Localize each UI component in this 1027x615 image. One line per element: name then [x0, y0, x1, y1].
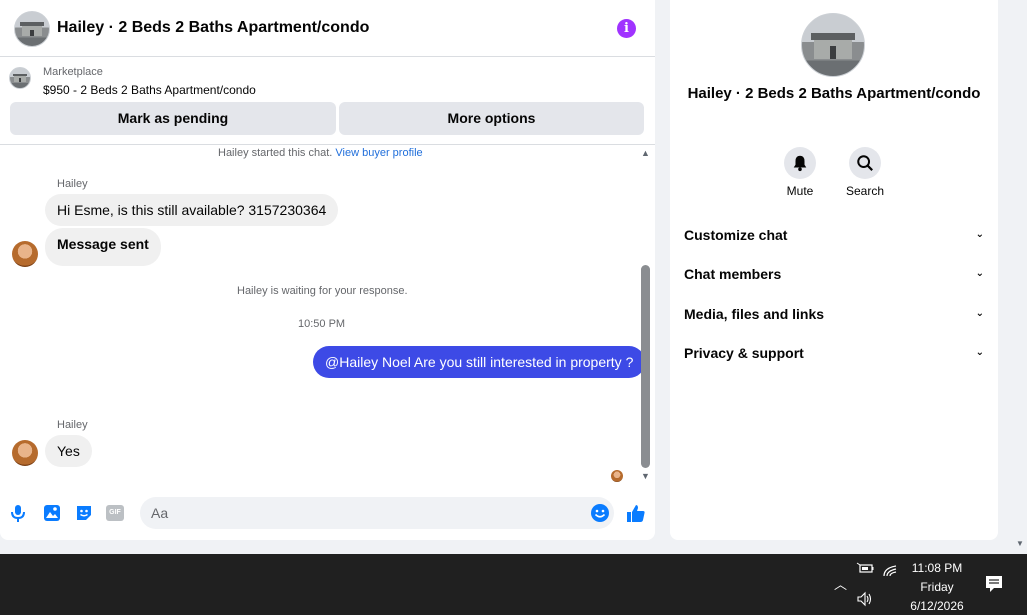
privacy-support-section[interactable]: Privacy & support ⌄	[684, 345, 984, 365]
customize-chat-section[interactable]: Customize chat ⌄	[684, 227, 984, 247]
chevron-down-icon: ⌄	[975, 308, 984, 319]
incoming-message[interactable]: Hi Esme, is this still available? 315723…	[45, 194, 339, 226]
sticker-icon[interactable]	[74, 503, 94, 523]
search-label: Search	[845, 184, 885, 198]
like-icon[interactable]	[626, 503, 646, 523]
emoji-icon[interactable]	[590, 503, 610, 523]
chat-started-text: Hailey started this chat.	[218, 147, 333, 159]
listing-avatar[interactable]	[14, 11, 50, 47]
read-receipt-avatar	[611, 470, 623, 482]
media-files-links-section[interactable]: Media, files and links ⌄	[684, 306, 984, 326]
marketplace-label: Marketplace	[43, 66, 103, 78]
user-avatar[interactable]	[12, 241, 38, 267]
chat-header: Hailey · 2 Beds 2 Baths Apartment/condo …	[0, 0, 655, 57]
timestamp: 10:50 PM	[298, 318, 346, 330]
more-options-button[interactable]: More options	[339, 102, 644, 135]
message-scrollbar[interactable]: ▲ ▼	[640, 148, 652, 483]
image-icon[interactable]	[42, 503, 62, 523]
chat-started-notice: Hailey started this chat. View buyer pro…	[218, 147, 423, 159]
clock-date: 6/12/2026	[910, 599, 964, 613]
scroll-thumb[interactable]	[641, 265, 650, 468]
outgoing-message[interactable]: @Hailey Noel Are you still interested in…	[313, 346, 646, 378]
wifi-icon[interactable]	[882, 562, 898, 578]
section-label: Chat members	[684, 266, 782, 282]
bell-icon	[793, 155, 807, 172]
section-label: Privacy & support	[684, 345, 804, 361]
clock-day: Friday	[920, 580, 954, 594]
listing-summary[interactable]: $950 - 2 Beds 2 Baths Apartment/condo	[43, 83, 256, 97]
chevron-down-icon: ⌄	[975, 229, 984, 240]
profile-name: Hailey · 2 Beds 2 Baths Apartment/condo	[687, 85, 981, 102]
mark-as-pending-button[interactable]: Mark as pending	[10, 102, 336, 135]
show-hidden-icons-icon[interactable]: ︿	[834, 574, 847, 593]
view-buyer-profile-link[interactable]: View buyer profile	[335, 147, 422, 159]
message-input[interactable]	[140, 497, 614, 529]
chevron-down-icon: ⌄	[975, 347, 984, 358]
search-button[interactable]: Search	[835, 147, 895, 198]
chat-info-panel: Hailey · 2 Beds 2 Baths Apartment/condo …	[670, 0, 998, 540]
section-label: Customize chat	[684, 227, 788, 243]
marketplace-bar: Marketplace $950 - 2 Beds 2 Baths Apartm…	[0, 57, 655, 145]
waiting-notice: Hailey is waiting for your response.	[237, 285, 408, 297]
clock-time: 11:08 PM	[911, 561, 963, 575]
sender-name: Hailey	[57, 419, 88, 431]
gif-icon[interactable]: GIF	[106, 505, 124, 521]
section-label: Media, files and links	[684, 306, 825, 322]
chat-members-section[interactable]: Chat members ⌄	[684, 266, 984, 286]
listing-thumbnail[interactable]	[9, 67, 31, 89]
mute-label: Mute	[786, 184, 814, 198]
battery-icon[interactable]	[856, 562, 874, 576]
incoming-message[interactable]: Yes	[45, 435, 92, 467]
composer: GIF	[0, 490, 655, 536]
scroll-down-arrow-icon[interactable]: ▼	[641, 471, 650, 481]
taskbar: ︿ 11:08 PM Friday 6/12/2026	[0, 554, 1027, 615]
volume-icon[interactable]	[856, 591, 874, 607]
user-avatar[interactable]	[12, 440, 38, 466]
sender-name: Hailey	[57, 178, 88, 190]
page-scroll-down-icon[interactable]: ▼	[1016, 539, 1024, 548]
system-clock[interactable]: 11:08 PM Friday 6/12/2026	[900, 559, 974, 615]
chat-panel: Hailey · 2 Beds 2 Baths Apartment/condo …	[0, 0, 655, 540]
profile-avatar[interactable]	[801, 13, 865, 77]
scroll-up-arrow-icon[interactable]: ▲	[641, 148, 650, 158]
microphone-icon[interactable]	[8, 503, 28, 523]
mute-button[interactable]: Mute	[770, 147, 830, 198]
notifications-icon[interactable]	[985, 575, 1003, 593]
search-icon	[857, 155, 873, 171]
info-icon[interactable]: i	[617, 19, 636, 38]
chevron-down-icon: ⌄	[975, 268, 984, 279]
message-list: Hailey started this chat. View buyer pro…	[0, 145, 646, 485]
incoming-message[interactable]: Message sent	[45, 228, 161, 266]
chat-title[interactable]: Hailey · 2 Beds 2 Baths Apartment/condo	[57, 19, 369, 37]
